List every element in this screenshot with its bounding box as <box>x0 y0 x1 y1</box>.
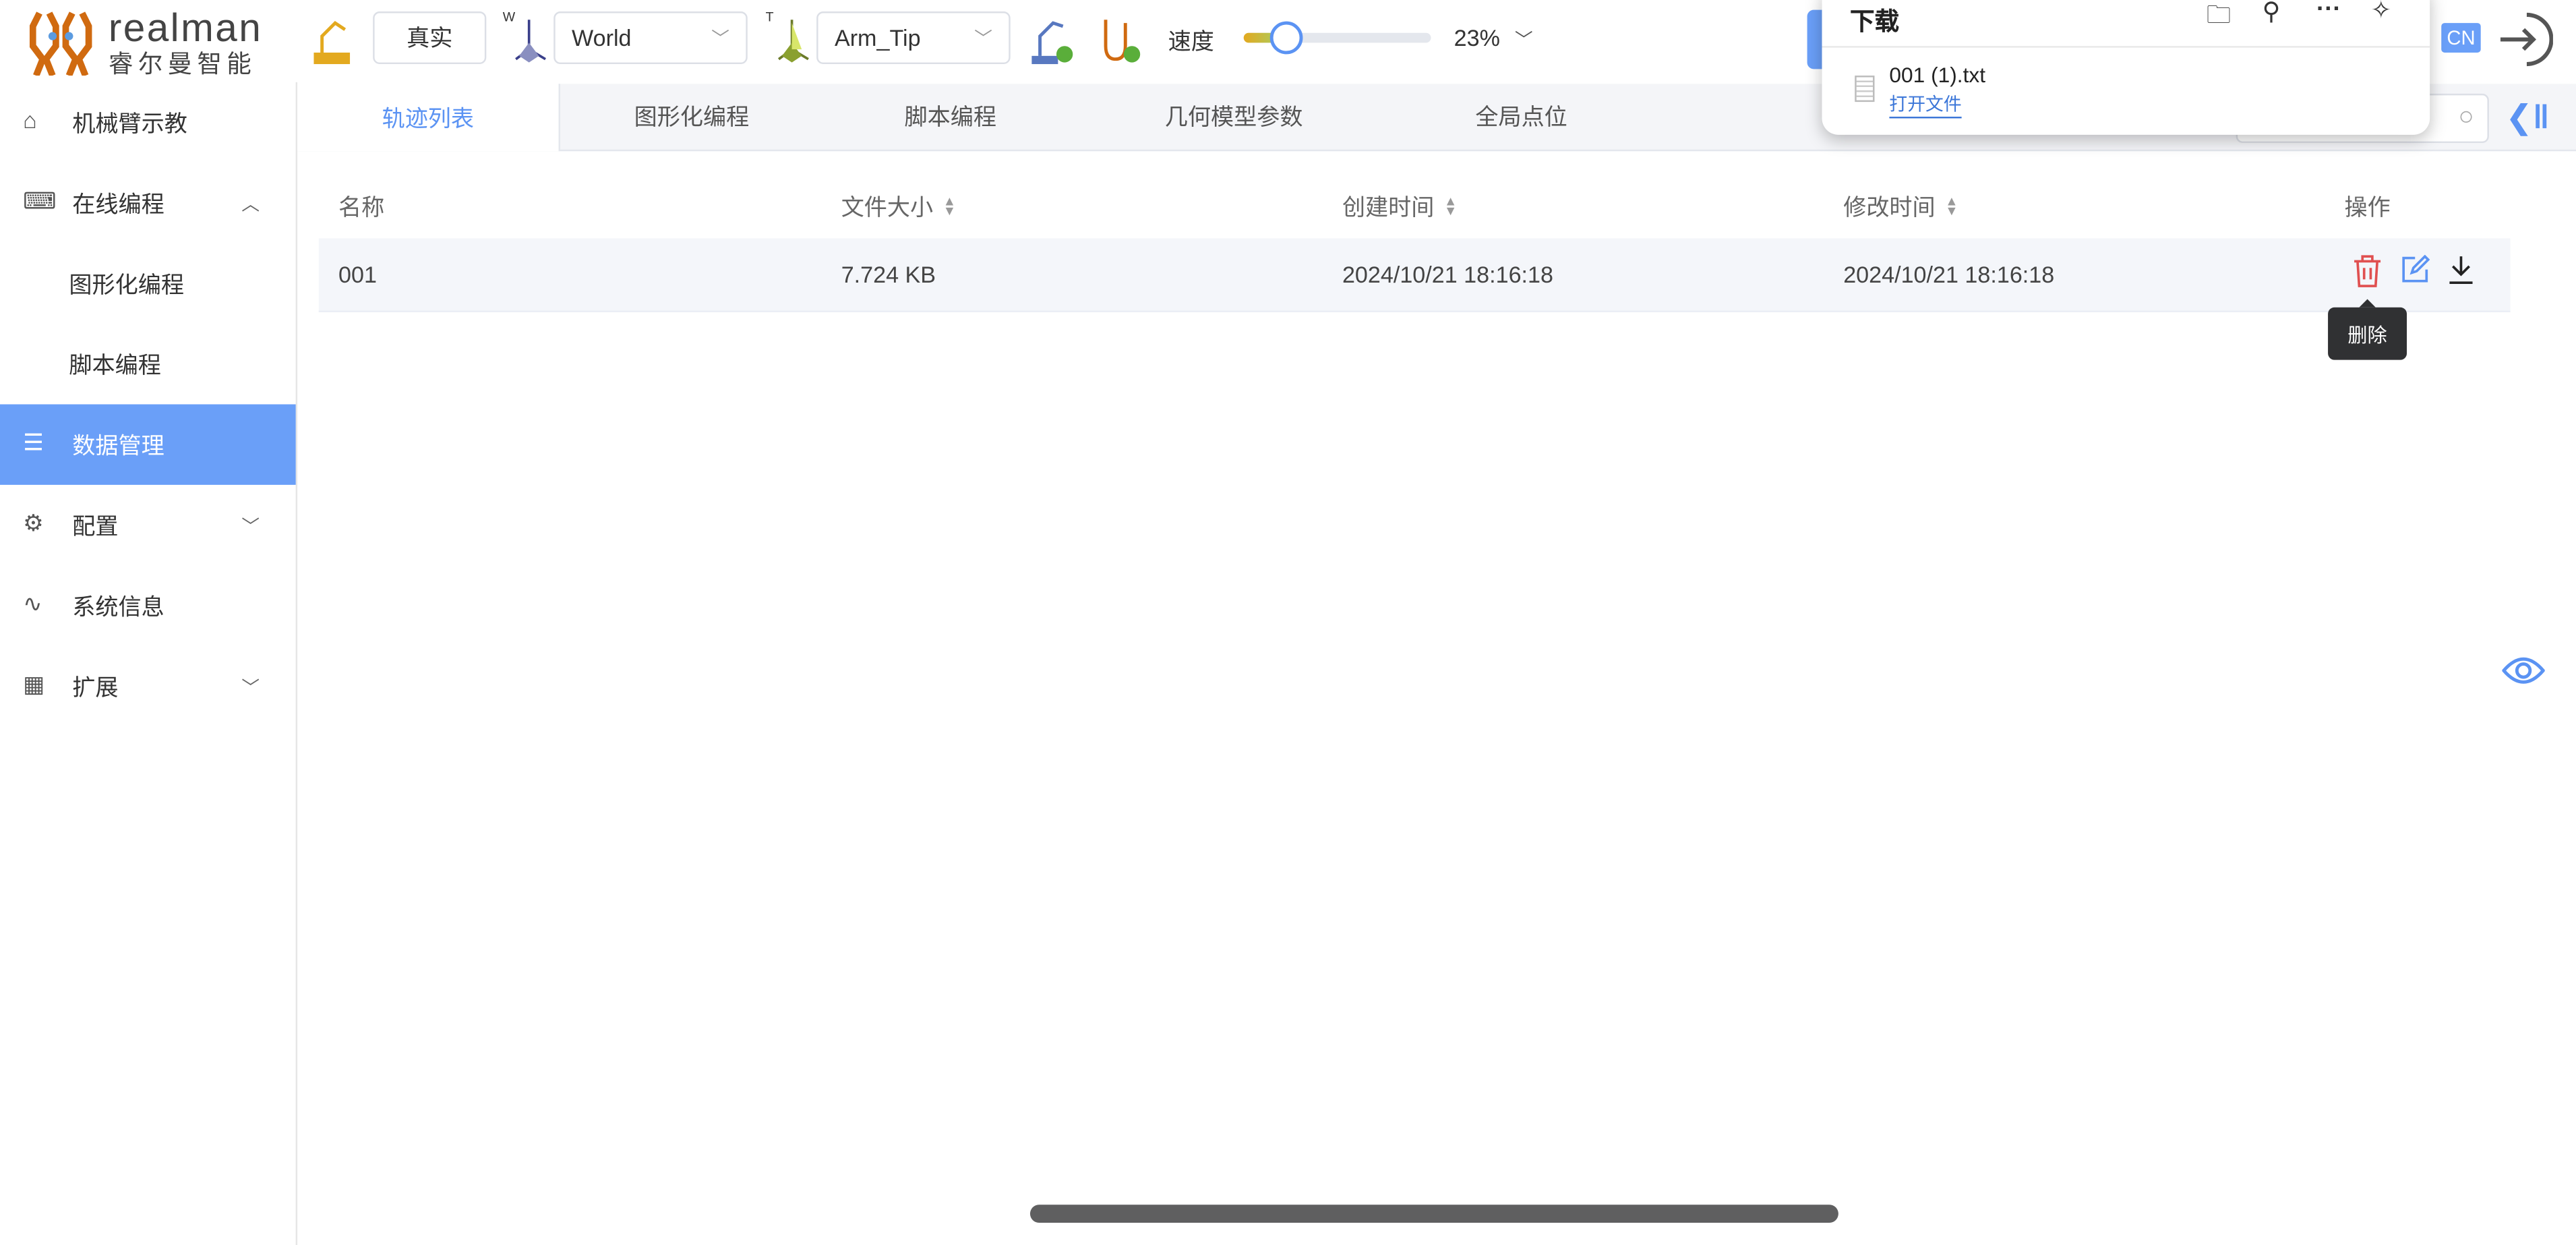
power-connected-icon <box>1104 20 1141 63</box>
cell-modified: 2024/10/21 18:16:18 <box>1843 261 2055 288</box>
chevron-down-icon: ﹀ <box>241 517 260 537</box>
tool-frame-select[interactable]: Arm_Tip ﹀ <box>816 11 1011 65</box>
speed-value: 23% <box>1454 24 1500 51</box>
cell-size: 7.724 KB <box>841 261 936 288</box>
sidebar-item-label: 图形化编程 <box>69 270 184 297</box>
column-header-size-label: 文件大小 <box>841 194 934 221</box>
sidebar-item[interactable]: 脚本编程 <box>0 324 296 404</box>
open-folder-icon[interactable]: 🗀 <box>2207 0 2231 39</box>
mode-button[interactable]: 真实 <box>373 11 487 65</box>
table-row[interactable]: 001 7.724 KB 2024/10/21 18:16:18 2024/10… <box>318 238 2511 313</box>
sort-icon[interactable]: ▲ ▼ <box>943 195 956 218</box>
column-header-modified[interactable]: 修改时间 ▲ ▼ <box>1843 191 1958 224</box>
search-icon: ○ <box>2458 103 2474 132</box>
speed-dropdown-chevron-icon[interactable]: ﹀ <box>1515 26 1533 53</box>
column-header-created-label: 创建时间 <box>1342 194 1435 221</box>
sidebar-item[interactable]: ⌂ 机械臂示教 <box>0 82 296 163</box>
sidebar-item-label: 数据管理 <box>72 431 164 458</box>
column-header-actions: 操作 <box>2344 194 2391 221</box>
sidebar-item[interactable]: ▦ 扩展 ﹀ <box>0 646 296 726</box>
sidebar: ⌂ 机械臂示教 ⌨ 在线编程 ︿ 图形化编程脚本编程 ☰ 数据管理 ⚙ 配置 ﹀ ∿ 系统信息 ▦ 扩展 ﹀ <box>0 82 298 1245</box>
column-header-modified-label: 修改时间 <box>1843 194 1936 221</box>
horizontal-scrollbar[interactable] <box>1029 1205 1838 1223</box>
tool-frame-value: Arm_Tip <box>834 24 921 51</box>
grid-icon: ▦ <box>23 670 45 697</box>
robot-arm-icon <box>313 20 351 65</box>
tab-geometry-params[interactable]: 几何模型参数 <box>1078 84 1390 149</box>
realman-logo-icon <box>29 11 92 76</box>
sort-icon[interactable]: ▲ ▼ <box>1945 195 1958 218</box>
robot-connected-icon <box>1031 21 1073 65</box>
delete-icon[interactable] <box>2353 255 2383 288</box>
sort-icon[interactable]: ▲ ▼ <box>1444 195 1457 218</box>
chevron-up-icon: ︿ <box>241 194 260 215</box>
eye-icon[interactable] <box>2502 654 2545 687</box>
code-monitor-icon: ⌨ <box>23 186 57 213</box>
delete-tooltip: 删除 <box>2328 299 2407 360</box>
logo: realman 睿尔曼智能 <box>29 7 276 79</box>
downloads-title: 下载 <box>1849 8 1900 36</box>
tab-script-programming[interactable]: 脚本编程 <box>823 84 1078 149</box>
download-icon[interactable] <box>2448 255 2474 285</box>
chevron-down-icon: ﹀ <box>241 678 260 698</box>
sidebar-item-label: 脚本编程 <box>69 351 161 378</box>
column-header-size[interactable]: 文件大小 ▲ ▼ <box>841 191 956 224</box>
work-frame-axis-icon <box>515 20 546 63</box>
pin-icon[interactable]: ✧ <box>2370 0 2391 25</box>
sidebar-item[interactable]: ☰ 数据管理 <box>0 404 296 485</box>
work-frame-select[interactable]: World ﹀ <box>553 11 748 65</box>
open-file-link[interactable]: 打开文件 <box>1889 90 1962 119</box>
logout-icon[interactable] <box>2494 10 2553 69</box>
collapse-panel-icon[interactable]: ❮‖ <box>2505 97 2549 138</box>
downloads-popup: 下载 🗀 ⚲ ··· ✧ 001 (1).txt 打开文件 <box>1822 0 2430 135</box>
column-header-name: 名称 <box>338 194 385 221</box>
sidebar-item-label: 机械臂示教 <box>72 109 187 136</box>
edit-icon[interactable] <box>2400 254 2430 285</box>
divider <box>1822 46 2430 48</box>
sidebar-item-label: 在线编程 <box>72 190 164 216</box>
text-file-icon <box>1855 76 1875 103</box>
home-icon: ⌂ <box>23 106 37 133</box>
tab-graphical-programming[interactable]: 图形化编程 <box>560 84 823 149</box>
speed-slider[interactable] <box>1243 21 1431 55</box>
tab-trajectory-list[interactable]: 轨迹列表 <box>297 84 560 152</box>
sidebar-item[interactable]: ⌨ 在线编程 ︿ <box>0 163 296 243</box>
chevron-down-icon: ﹀ <box>711 29 729 50</box>
sidebar-item-label: 配置 <box>72 512 119 539</box>
sidebar-item[interactable]: ⚙ 配置 ﹀ <box>0 485 296 565</box>
work-frame-value: World <box>572 24 632 51</box>
pulse-icon: ∿ <box>23 589 42 616</box>
download-file-name[interactable]: 001 (1).txt <box>1889 63 1985 88</box>
more-options-icon[interactable]: ··· <box>2316 0 2341 23</box>
chevron-down-icon: ﹀ <box>974 29 992 50</box>
tool-frame-axis-icon <box>777 20 809 63</box>
brand-name-cn: 睿尔曼智能 <box>108 51 257 79</box>
gear-icon: ⚙ <box>23 509 44 535</box>
cell-name: 001 <box>338 261 377 288</box>
sidebar-item-label: 扩展 <box>72 672 119 699</box>
language-toggle[interactable]: CN <box>2441 23 2481 53</box>
sidebar-item-label: 系统信息 <box>72 592 164 619</box>
sidebar-item[interactable]: 图形化编程 <box>0 243 296 324</box>
sidebar-item[interactable]: ∿ 系统信息 <box>0 565 296 645</box>
speed-label: 速度 <box>1168 28 1214 55</box>
search-downloads-icon[interactable]: ⚲ <box>2263 0 2281 26</box>
column-header-created[interactable]: 创建时间 ▲ ▼ <box>1342 191 1457 224</box>
cell-created: 2024/10/21 18:16:18 <box>1342 261 1554 288</box>
tab-global-points[interactable]: 全局点位 <box>1390 84 1653 149</box>
database-icon: ☰ <box>23 428 44 455</box>
speed-slider-handle[interactable] <box>1270 21 1303 55</box>
